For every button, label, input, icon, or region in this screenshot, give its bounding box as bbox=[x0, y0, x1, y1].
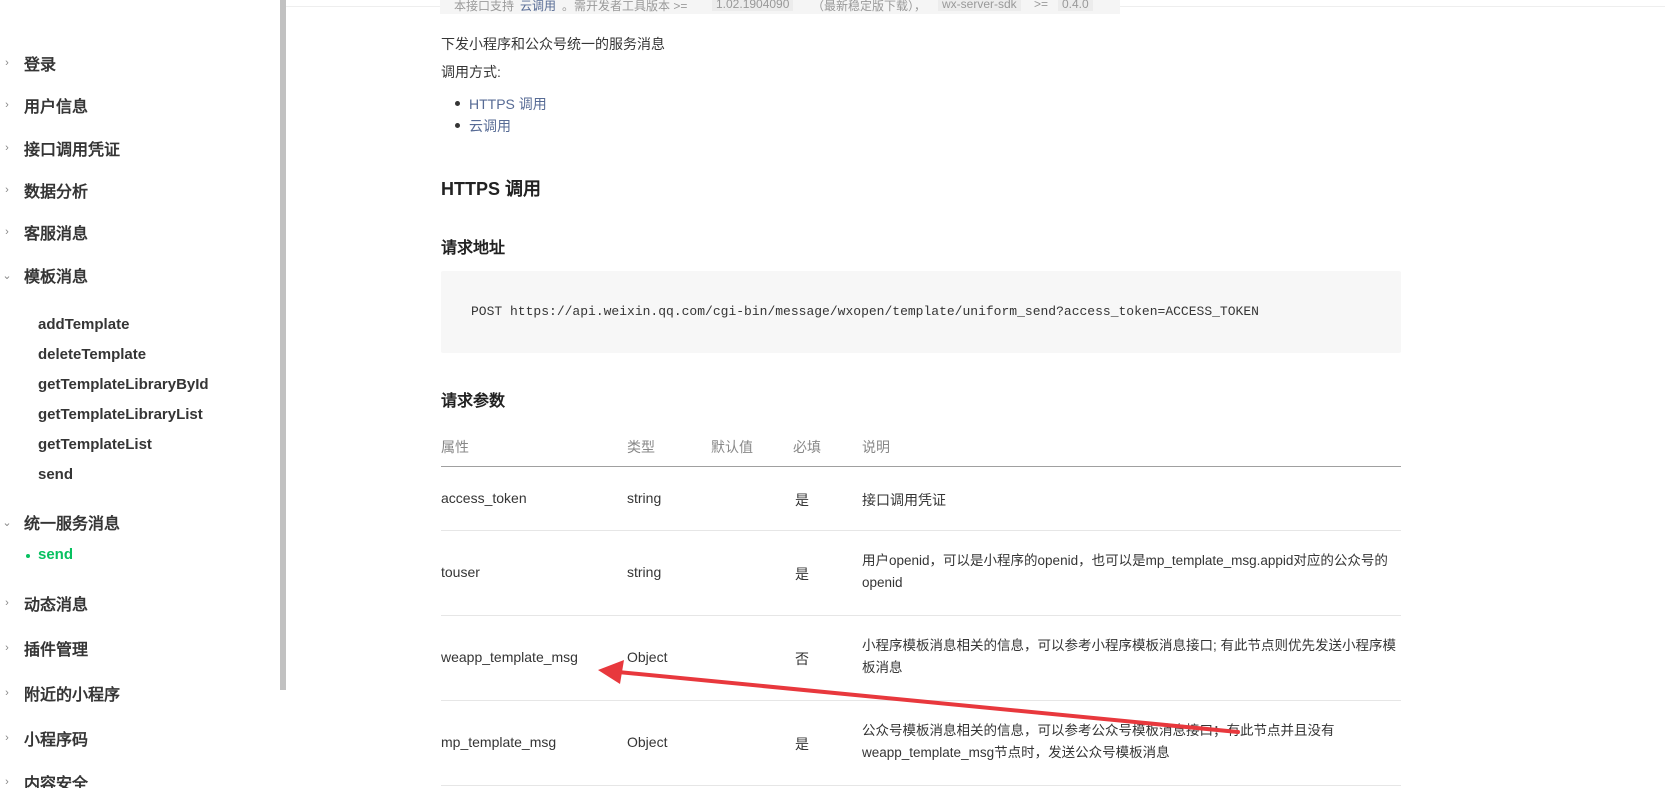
table-cell-name: weapp_template_msg bbox=[441, 649, 578, 665]
th-default: 默认值 bbox=[711, 439, 753, 455]
table-cell-name: mp_template_msg bbox=[441, 734, 557, 750]
sidebar-item-label: 用户信息 bbox=[24, 99, 89, 116]
sidebar-subitem-get-template-library-list[interactable]: getTemplateLibraryList bbox=[38, 406, 203, 423]
th-type: 类型 bbox=[627, 439, 655, 455]
row-divider bbox=[441, 530, 1401, 531]
call-methods-label: 调用方式: bbox=[441, 64, 501, 80]
row-divider bbox=[441, 785, 1401, 786]
sidebar-item-label: 附近的小程序 bbox=[24, 687, 121, 704]
table-header-divider bbox=[441, 466, 1401, 467]
intro-text: 下发小程序和公众号统一的服务消息 bbox=[441, 36, 665, 52]
table-cell-type: string bbox=[627, 564, 662, 580]
sidebar-nav: › 登录 › 用户信息 › 接口调用凭证 › 数据分析 › 客服消息 ⌄ 模板消… bbox=[0, 0, 280, 788]
chevron-right-icon: › bbox=[5, 687, 9, 699]
request-url-heading: 请求地址 bbox=[441, 240, 506, 257]
sidebar-item-label: 动态消息 bbox=[24, 597, 89, 614]
bullet-icon bbox=[455, 123, 460, 128]
table-cell-required: 否 bbox=[795, 651, 809, 667]
call-method-cloud-link[interactable]: 云调用 bbox=[469, 116, 511, 136]
chevron-right-icon: › bbox=[5, 184, 9, 196]
table-cell-desc: 公众号模板消息相关的信息，可以参考公众号模板消息接口；有此节点并且没有weapp… bbox=[862, 723, 1335, 760]
chevron-right-icon: › bbox=[5, 99, 9, 111]
sidebar-item-label: 接口调用凭证 bbox=[24, 142, 121, 159]
table-cell-name: access_token bbox=[441, 490, 527, 506]
sidebar-item-label: 模板消息 bbox=[24, 269, 89, 286]
sidebar-scrollbar[interactable] bbox=[280, 0, 286, 690]
th-desc: 说明 bbox=[862, 439, 890, 455]
table-cell-desc: 小程序模板消息相关的信息，可以参考小程序模板消息接口; 有此节点则优先发送小程序… bbox=[862, 638, 1397, 675]
table-cell-required: 是 bbox=[795, 492, 809, 508]
sidebar-item-label: 登录 bbox=[24, 57, 57, 74]
table-cell-required: 是 bbox=[795, 736, 809, 752]
sidebar-item-label: 内容安全 bbox=[24, 776, 89, 788]
chevron-right-icon: › bbox=[5, 57, 9, 69]
https-heading: HTTPS 调用 bbox=[441, 179, 542, 199]
notice-text: 。需开发者工具版本 >= bbox=[562, 0, 688, 13]
sidebar-subitem-send[interactable]: send bbox=[38, 466, 73, 483]
table-cell-desc: 用户openid，可以是小程序的openid，也可以是mp_template_m… bbox=[862, 553, 1388, 590]
notice-chip: wx-server-sdk bbox=[938, 0, 1021, 11]
chevron-right-icon: › bbox=[5, 226, 9, 238]
sidebar-item-label: 数据分析 bbox=[24, 184, 89, 201]
sidebar-subitem-get-template-list[interactable]: getTemplateList bbox=[38, 436, 152, 453]
chevron-right-icon: › bbox=[5, 142, 9, 154]
chevron-down-icon: ⌄ bbox=[2, 516, 12, 529]
table-cell-type: string bbox=[627, 490, 662, 506]
chevron-right-icon: › bbox=[5, 597, 9, 609]
bullet-icon bbox=[455, 101, 460, 106]
th-required: 必填 bbox=[793, 439, 821, 455]
sidebar-subitem-delete-template[interactable]: deleteTemplate bbox=[38, 346, 146, 363]
chevron-right-icon: › bbox=[5, 732, 9, 744]
notice-text: 本接口支持 bbox=[454, 0, 515, 13]
sidebar-item-label: 插件管理 bbox=[24, 642, 89, 659]
params-heading: 请求参数 bbox=[441, 393, 506, 410]
chevron-right-icon: › bbox=[5, 776, 9, 788]
sidebar-item-label: 小程序码 bbox=[24, 732, 89, 749]
row-divider bbox=[441, 615, 1401, 616]
table-cell-type: Object bbox=[627, 734, 668, 750]
table-cell-name: touser bbox=[441, 564, 480, 580]
sidebar-item-label: 统一服务消息 bbox=[24, 516, 121, 533]
row-divider bbox=[441, 700, 1401, 701]
notice-text: >= bbox=[1034, 0, 1049, 11]
chevron-right-icon: › bbox=[5, 642, 9, 654]
call-method-https-link[interactable]: HTTPS 调用 bbox=[469, 94, 547, 114]
request-url-code: POST https://api.weixin.qq.com/cgi-bin/m… bbox=[471, 304, 1259, 319]
sidebar-subitem-uniform-send[interactable]: send bbox=[38, 546, 73, 563]
table-cell-type: Object bbox=[627, 649, 668, 665]
sidebar-item-label: 客服消息 bbox=[24, 226, 89, 243]
notice-chip: 1.02.1904090 bbox=[712, 0, 794, 11]
access-token-link[interactable]: 接口调用凭证 bbox=[862, 490, 946, 510]
chevron-down-icon: ⌄ bbox=[2, 269, 12, 282]
sidebar-subitem-get-template-library-by-id[interactable]: getTemplateLibraryById bbox=[38, 376, 209, 393]
notice-chip: 0.4.0 bbox=[1058, 0, 1093, 11]
notice-text: （最新稳定版下载）， bbox=[812, 0, 927, 13]
active-dot-icon bbox=[26, 554, 30, 558]
notice-link[interactable]: 云调用 bbox=[520, 0, 556, 14]
cloud-call-notice: 本接口支持 云调用 。需开发者工具版本 >= 1.02.1904090 （最新稳… bbox=[440, 0, 1120, 14]
th-name: 属性 bbox=[441, 439, 469, 455]
table-cell-required: 是 bbox=[795, 566, 809, 582]
sidebar-subitem-add-template[interactable]: addTemplate bbox=[38, 316, 129, 333]
request-url-codeblock: POST https://api.weixin.qq.com/cgi-bin/m… bbox=[441, 271, 1401, 353]
